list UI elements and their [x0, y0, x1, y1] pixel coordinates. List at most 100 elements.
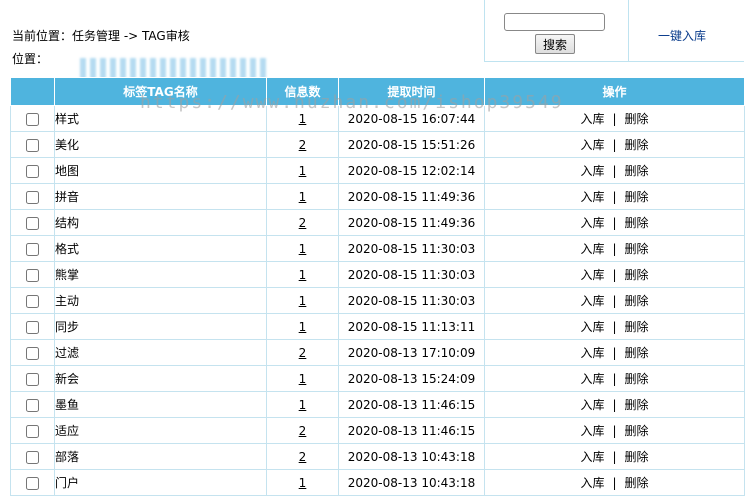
row-checkbox[interactable]: [26, 372, 39, 386]
import-link[interactable]: 入库: [580, 268, 604, 282]
row-select-cell: [10, 261, 55, 288]
import-link[interactable]: 入库: [580, 476, 604, 490]
delete-link[interactable]: 删除: [625, 216, 649, 230]
count-link[interactable]: 1: [299, 320, 307, 334]
delete-link[interactable]: 删除: [625, 450, 649, 464]
count-link[interactable]: 2: [299, 138, 307, 152]
action-separator: |: [612, 138, 617, 152]
delete-link[interactable]: 删除: [625, 268, 649, 282]
search-input[interactable]: [504, 13, 605, 31]
row-checkbox[interactable]: [26, 320, 39, 334]
row-checkbox[interactable]: [26, 476, 39, 490]
count-cell: 1: [266, 469, 339, 496]
import-link[interactable]: 入库: [580, 242, 604, 256]
top-divider: [484, 61, 744, 62]
import-link[interactable]: 入库: [580, 398, 604, 412]
row-checkbox[interactable]: [26, 190, 39, 204]
extract-time: 2020-08-13 15:24:09: [338, 365, 485, 392]
row-checkbox[interactable]: [26, 398, 39, 412]
count-link[interactable]: 2: [299, 424, 307, 438]
import-link[interactable]: 入库: [580, 138, 604, 152]
count-cell: 2: [266, 209, 339, 236]
count-cell: 1: [266, 183, 339, 210]
count-link[interactable]: 1: [299, 112, 307, 126]
row-select-cell: [10, 131, 55, 158]
import-link[interactable]: 入库: [580, 346, 604, 360]
count-link[interactable]: 1: [299, 476, 307, 490]
table-row: 新会 1 2020-08-13 15:24:09 入库 | 删除: [10, 365, 745, 392]
import-link[interactable]: 入库: [580, 190, 604, 204]
top-bar: 当前位置：任务管理 -> TAG审核 位置： 搜索 一键入库: [0, 0, 748, 80]
count-cell: 1: [266, 105, 339, 132]
row-checkbox[interactable]: [26, 164, 39, 178]
extract-time: 2020-08-13 10:43:18: [338, 469, 485, 496]
row-checkbox[interactable]: [26, 242, 39, 256]
delete-link[interactable]: 删除: [625, 476, 649, 490]
row-checkbox[interactable]: [26, 450, 39, 464]
delete-link[interactable]: 删除: [625, 242, 649, 256]
row-checkbox[interactable]: [26, 268, 39, 282]
delete-link[interactable]: 删除: [625, 320, 649, 334]
count-link[interactable]: 1: [299, 242, 307, 256]
row-checkbox[interactable]: [26, 424, 39, 438]
action-separator: |: [612, 190, 617, 204]
action-separator: |: [612, 216, 617, 230]
table-row: 格式 1 2020-08-15 11:30:03 入库 | 删除: [10, 235, 745, 262]
one-click-import-link[interactable]: 一键入库: [658, 27, 706, 44]
count-link[interactable]: 2: [299, 346, 307, 360]
count-link[interactable]: 1: [299, 268, 307, 282]
extract-time: 2020-08-15 11:30:03: [338, 287, 485, 314]
delete-link[interactable]: 删除: [625, 398, 649, 412]
delete-link[interactable]: 删除: [625, 424, 649, 438]
delete-link[interactable]: 删除: [625, 164, 649, 178]
import-link[interactable]: 入库: [580, 294, 604, 308]
import-link[interactable]: 入库: [580, 216, 604, 230]
extract-time: 2020-08-15 15:51:26: [338, 131, 485, 158]
count-link[interactable]: 1: [299, 164, 307, 178]
count-link[interactable]: 1: [299, 190, 307, 204]
import-link[interactable]: 入库: [580, 372, 604, 386]
import-link[interactable]: 入库: [580, 424, 604, 438]
delete-link[interactable]: 删除: [625, 372, 649, 386]
count-link[interactable]: 2: [299, 450, 307, 464]
column-header-tag-name: 标签TAG名称: [54, 77, 267, 106]
row-select-cell: [10, 209, 55, 236]
actions-cell: 入库 | 删除: [484, 157, 745, 184]
delete-link[interactable]: 删除: [625, 346, 649, 360]
delete-link[interactable]: 删除: [625, 112, 649, 126]
row-select-cell: [10, 157, 55, 184]
table-row: 适应 2 2020-08-13 11:46:15 入库 | 删除: [10, 417, 745, 444]
table-row: 地图 1 2020-08-15 12:02:14 入库 | 删除: [10, 157, 745, 184]
row-checkbox[interactable]: [26, 216, 39, 230]
import-link[interactable]: 入库: [580, 450, 604, 464]
import-link[interactable]: 入库: [580, 164, 604, 178]
action-separator: |: [612, 242, 617, 256]
count-link[interactable]: 2: [299, 216, 307, 230]
extract-time: 2020-08-13 10:43:18: [338, 443, 485, 470]
count-link[interactable]: 1: [299, 372, 307, 386]
action-separator: |: [612, 294, 617, 308]
delete-link[interactable]: 删除: [625, 294, 649, 308]
row-checkbox[interactable]: [26, 112, 39, 126]
actions-cell: 入库 | 删除: [484, 261, 745, 288]
action-separator: |: [612, 164, 617, 178]
delete-link[interactable]: 删除: [625, 190, 649, 204]
action-separator: |: [612, 424, 617, 438]
table-row: 拼音 1 2020-08-15 11:49:36 入库 | 删除: [10, 183, 745, 210]
row-checkbox[interactable]: [26, 346, 39, 360]
count-cell: 1: [266, 157, 339, 184]
table-row: 过滤 2 2020-08-13 17:10:09 入库 | 删除: [10, 339, 745, 366]
count-link[interactable]: 1: [299, 398, 307, 412]
table-row: 门户 1 2020-08-13 10:43:18 入库 | 删除: [10, 469, 745, 496]
import-link[interactable]: 入库: [580, 320, 604, 334]
table-row: 同步 1 2020-08-15 11:13:11 入库 | 删除: [10, 313, 745, 340]
row-checkbox[interactable]: [26, 138, 39, 152]
import-link[interactable]: 入库: [580, 112, 604, 126]
column-header-select: [10, 77, 55, 106]
search-button[interactable]: 搜索: [535, 34, 575, 54]
row-select-cell: [10, 183, 55, 210]
count-link[interactable]: 1: [299, 294, 307, 308]
delete-link[interactable]: 删除: [625, 138, 649, 152]
row-select-cell: [10, 235, 55, 262]
row-checkbox[interactable]: [26, 294, 39, 308]
